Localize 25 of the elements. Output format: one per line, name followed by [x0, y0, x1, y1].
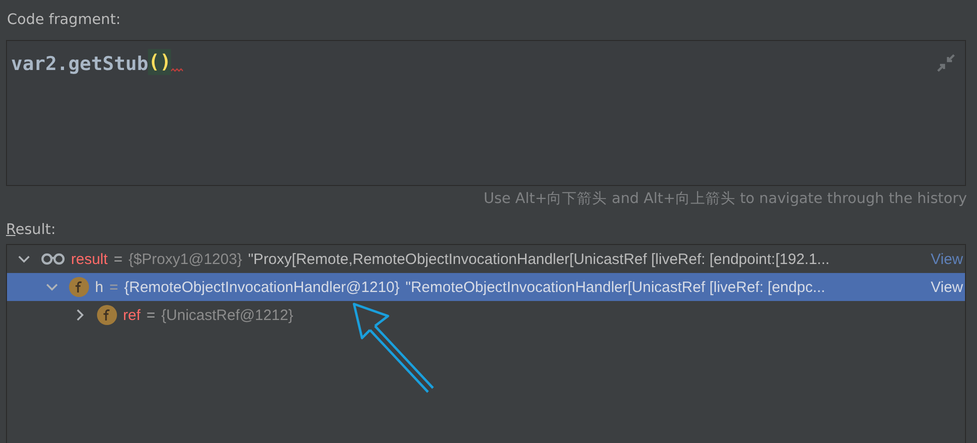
- code-text: var2.getStub: [11, 53, 148, 75]
- view-link[interactable]: View: [930, 278, 965, 296]
- variable-name: result: [71, 250, 108, 268]
- glasses-icon: [41, 253, 65, 265]
- field-icon: [69, 277, 89, 297]
- code-fragment-label: Code fragment:: [6, 11, 121, 30]
- value-preview: "RemoteObjectInvocationHandler[UnicastRef [liveRef: [endpc...: [406, 278, 826, 296]
- variable-name: h: [95, 278, 104, 296]
- history-hint: Use Alt+向下箭头 and Alt+向上箭头 to navigate through the history: [484, 190, 967, 208]
- equals-sign: =: [109, 278, 118, 296]
- value-preview: "Proxy[Remote,RemoteObjectInvocationHandler[UnicastRef [liveRef: [endpoint:[192.1...: [248, 250, 831, 268]
- field-icon: [97, 305, 117, 325]
- code-editor[interactable]: var2.getStub(): [6, 40, 966, 186]
- variable-type: {UnicastRef@1212}: [161, 306, 294, 324]
- parentheses: (): [148, 49, 172, 75]
- tree-row[interactable]: h = {RemoteObjectInvocationHandler@1210} "RemoteObjectInvocationHandler[UnicastRef [liveRef: [endpc... View: [7, 273, 965, 301]
- variable-type: {RemoteObjectInvocationHandler@1210}: [124, 278, 400, 296]
- variable-name: ref: [123, 306, 141, 324]
- result-label: Result:: [5, 221, 56, 240]
- equals-sign: =: [146, 306, 156, 324]
- view-link[interactable]: View: [930, 250, 965, 268]
- equals-sign: =: [114, 250, 122, 268]
- tree-row[interactable]: ref = {UnicastRef@1212}: [7, 301, 965, 329]
- variable-type: {$Proxy1@1203}: [128, 250, 242, 268]
- tree-row[interactable]: result = {$Proxy1@1203} "Proxy[Remote,RemoteObjectInvocationHandler[UnicastRef [liveRef: [endpoint:[192.1... View: [7, 245, 965, 273]
